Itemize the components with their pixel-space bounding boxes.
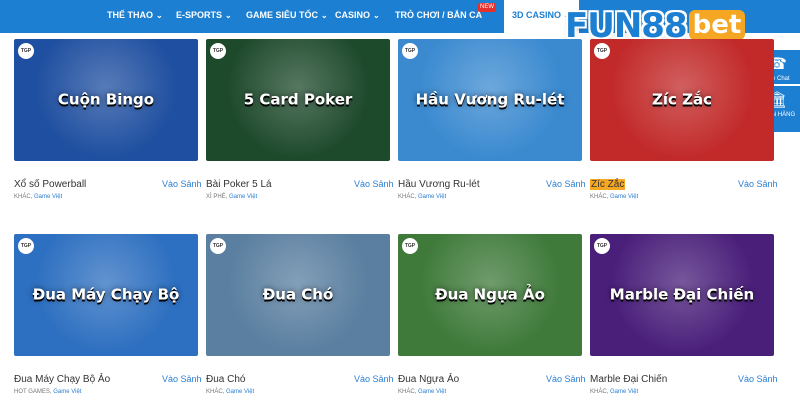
category-tag[interactable]: Game Việt: [226, 389, 254, 395]
game-art-title: Cuộn Bingo: [57, 90, 155, 109]
category-label: HOT GAMES,: [14, 389, 52, 395]
game-card[interactable]: TGP Zíc Zắc Zíc Zắc Vào Sảnh KHÁC, Game Việt: [590, 39, 778, 204]
category-label: KHÁC,: [398, 389, 417, 395]
game-thumbnail[interactable]: TGP Marble Đại Chiến: [590, 234, 774, 356]
game-art-title: Hầu Vương Ru-lét: [415, 90, 565, 109]
game-card[interactable]: TGP Đua Ngựa Ảo Đua Ngựa Ảo Vào Sảnh KHÁC, G…: [398, 234, 586, 399]
nav-item-casino[interactable]: CASINO ⌄: [335, 0, 380, 33]
game-name: Đua Máy Chạy Bộ Ảo: [14, 374, 111, 385]
game-card[interactable]: TGP Đua Chó Đua Chó Vào Sảnh KHÁC, Game Việt: [206, 234, 394, 399]
game-name: Zíc Zắc: [590, 179, 626, 190]
game-category: KHÁC, Game Việt: [206, 389, 254, 395]
play-link[interactable]: Vào Sảnh: [354, 374, 394, 384]
category-label: KHÁC,: [398, 194, 417, 200]
category-label: KHÁC,: [590, 389, 609, 395]
game-category: KHÁC, Game Việt: [590, 194, 638, 200]
game-thumbnail[interactable]: TGP Đua Máy Chạy Bộ: [14, 234, 198, 356]
tgp-badge: TGP: [402, 43, 418, 59]
game-card[interactable]: TGP Marble Đại Chiến Marble Đại Chiến Vào S…: [590, 234, 778, 399]
game-card[interactable]: TGP Cuộn Bingo Xổ số Powerball Vào Sảnh KHÁC…: [14, 39, 202, 204]
category-label: KHÁC,: [590, 194, 609, 200]
play-link[interactable]: Vào Sảnh: [354, 179, 394, 189]
play-link[interactable]: Vào Sảnh: [162, 179, 202, 189]
play-link[interactable]: Vào Sảnh: [546, 374, 586, 384]
category-tag[interactable]: Game Việt: [34, 194, 62, 200]
category-label: XÌ PHÉ,: [206, 194, 228, 200]
category-tag[interactable]: Game Việt: [418, 194, 446, 200]
tgp-badge: TGP: [18, 238, 34, 254]
play-link[interactable]: Vào Sảnh: [738, 374, 778, 384]
game-thumbnail[interactable]: TGP Đua Ngựa Ảo: [398, 234, 582, 356]
game-thumbnail[interactable]: TGP Hầu Vương Ru-lét: [398, 39, 582, 161]
game-art-title: Đua Ngựa Ảo: [435, 285, 545, 304]
game-name: Đua Ngựa Ảo: [398, 374, 460, 385]
play-link[interactable]: Vào Sảnh: [546, 179, 586, 189]
category-label: KHÁC,: [14, 194, 33, 200]
game-category: KHÁC, Game Việt: [398, 389, 446, 395]
game-art-title: 5 Card Poker: [243, 90, 353, 109]
tgp-badge: TGP: [18, 43, 34, 59]
category-tag[interactable]: Game Việt: [610, 194, 638, 200]
category-tag[interactable]: Game Việt: [418, 389, 446, 395]
game-category: KHÁC, Game Việt: [14, 194, 62, 200]
game-thumbnail[interactable]: TGP Cuộn Bingo: [14, 39, 198, 161]
category-tag[interactable]: Game Việt: [53, 389, 81, 395]
chevron-down-icon: ⌄: [156, 11, 163, 20]
game-art-title: Marble Đại Chiến: [609, 285, 755, 304]
nav-item-game-sieu-toc[interactable]: GAME SIÊU TỐC ⌄: [246, 0, 328, 33]
game-name: Bài Poker 5 Lá: [206, 179, 272, 190]
nav-label: GAME SIÊU TỐC: [246, 10, 319, 20]
game-art-title: Đua Chó: [262, 285, 334, 304]
play-link[interactable]: Vào Sảnh: [162, 374, 202, 384]
tgp-badge: TGP: [594, 43, 610, 59]
nav-label: E-SPORTS: [176, 10, 223, 20]
game-name: Hầu Vương Ru-lét: [398, 179, 480, 190]
tgp-badge: TGP: [210, 238, 226, 254]
category-tag[interactable]: Game Việt: [610, 389, 638, 395]
game-art-title: Zíc Zắc: [651, 90, 713, 109]
nav-item-tro-choi-ban-ca[interactable]: TRÒ CHƠI / BẮN CÁ: [395, 0, 482, 33]
game-thumbnail[interactable]: TGP 5 Card Poker: [206, 39, 390, 161]
category-tag[interactable]: Game Việt: [229, 194, 257, 200]
game-card[interactable]: TGP 5 Card Poker Bài Poker 5 Lá Vào Sảnh XÌ …: [206, 39, 394, 204]
nav-label: THỂ THAO: [107, 10, 153, 20]
tgp-badge: TGP: [594, 238, 610, 254]
nav-label: TRÒ CHƠI / BẮN CÁ: [395, 10, 483, 20]
game-name: Xổ số Powerball: [14, 179, 87, 190]
game-category: XÌ PHÉ, Game Việt: [206, 194, 257, 200]
game-name: Đua Chó: [206, 374, 246, 385]
new-badge: NEW: [478, 3, 496, 12]
nav-label: 3D CASINO: [512, 10, 562, 20]
game-card[interactable]: TGP Đua Máy Chạy Bộ Đua Máy Chạy Bộ Ảo Vào …: [14, 234, 202, 399]
category-label: KHÁC,: [206, 389, 225, 395]
logo-suffix: bet: [688, 10, 746, 40]
chevron-down-icon: ⌄: [373, 11, 380, 20]
chevron-down-icon: ⌄: [321, 11, 328, 20]
game-category: KHÁC, Game Việt: [398, 194, 446, 200]
game-category: HOT GAMES, Game Việt: [14, 389, 81, 395]
play-link[interactable]: Vào Sảnh: [738, 179, 778, 189]
game-name: Marble Đại Chiến: [590, 374, 668, 385]
game-thumbnail[interactable]: TGP Zíc Zắc: [590, 39, 774, 161]
game-thumbnail[interactable]: TGP Đua Chó: [206, 234, 390, 356]
nav-item-esports[interactable]: E-SPORTS ⌄: [176, 0, 232, 33]
chevron-down-icon: ⌄: [225, 11, 232, 20]
nav-label: CASINO: [335, 10, 371, 20]
game-category: KHÁC, Game Việt: [590, 389, 638, 395]
tgp-badge: TGP: [210, 43, 226, 59]
tgp-badge: TGP: [402, 238, 418, 254]
nav-item-the-thao[interactable]: THỂ THAO ⌄: [107, 0, 163, 33]
game-art-title: Đua Máy Chạy Bộ: [32, 285, 180, 304]
game-card[interactable]: TGP Hầu Vương Ru-lét Hầu Vương Ru-lét Vào S…: [398, 39, 586, 204]
